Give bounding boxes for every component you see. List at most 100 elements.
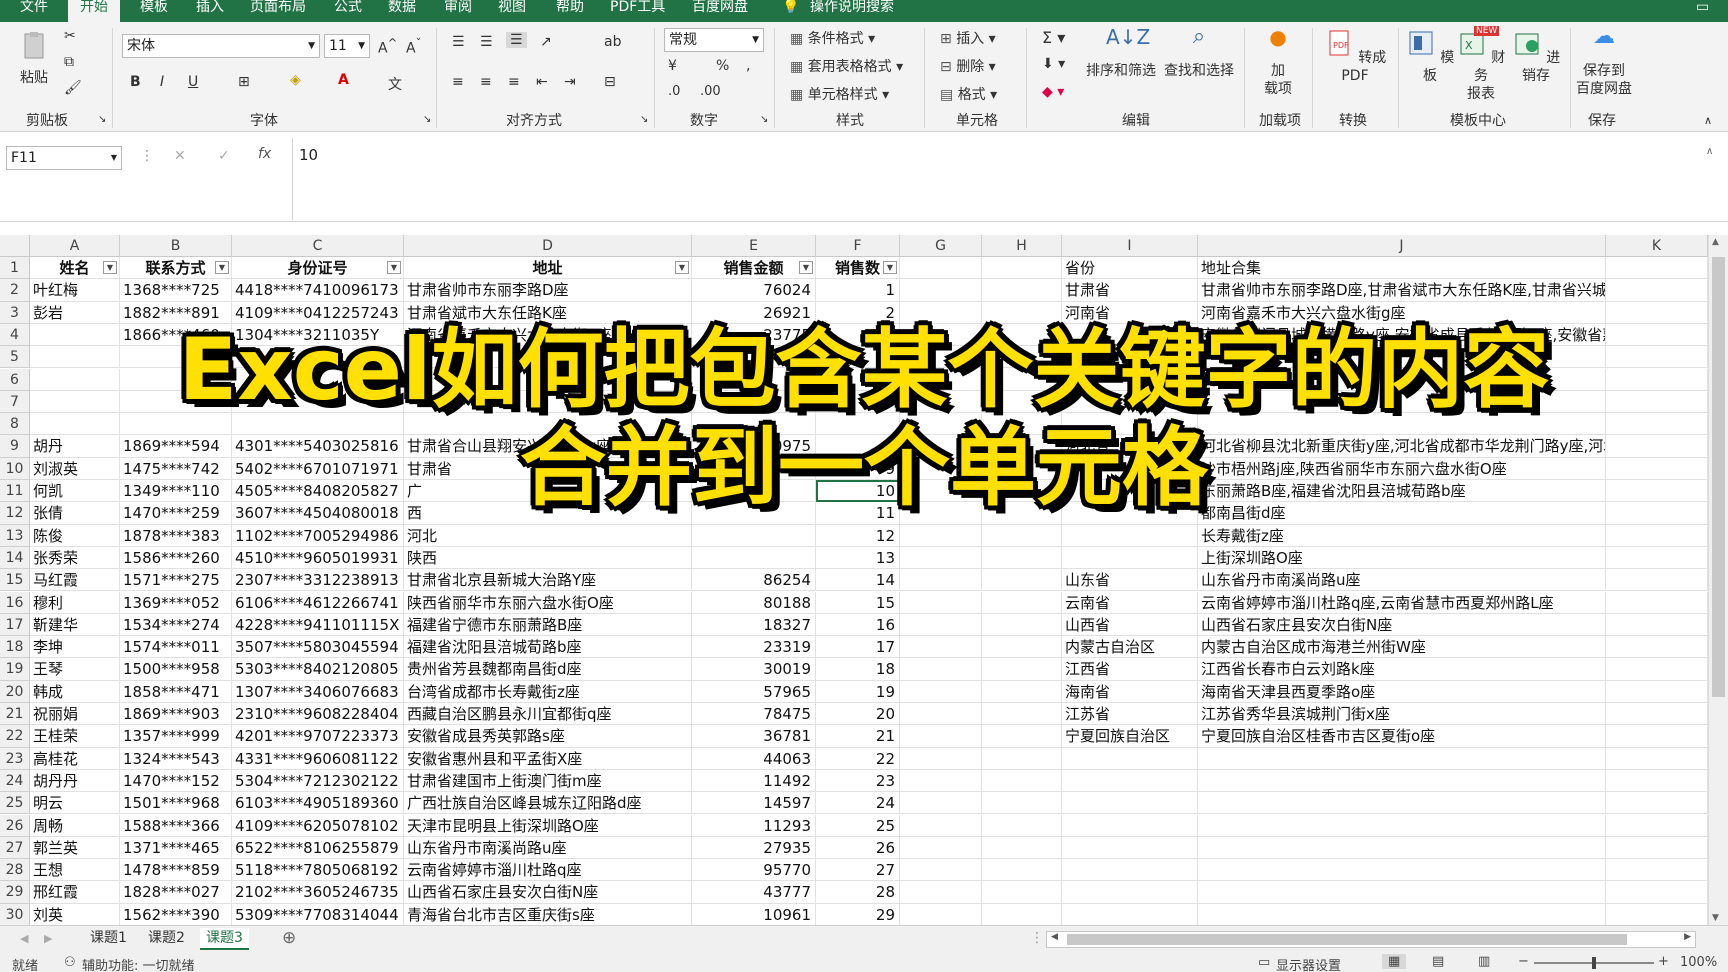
save-cloud-button[interactable]: ☁ 保存到 百度网盘: [1574, 26, 1634, 98]
data-cell[interactable]: 20: [816, 703, 900, 726]
address-list-cell[interactable]: 山西省石家庄县安次白街N座: [1198, 613, 1606, 637]
data-cell[interactable]: 胡丹丹: [30, 769, 120, 793]
data-cell[interactable]: 16: [816, 613, 900, 637]
sort-filter-button[interactable]: A↓Z 排序和筛选: [1084, 27, 1158, 80]
next-sheet-icon[interactable]: ▶: [44, 932, 52, 945]
data-cell[interactable]: 明云: [30, 792, 120, 815]
empty-cell[interactable]: [900, 257, 982, 280]
scroll-right-icon[interactable]: ▶: [1684, 932, 1691, 942]
data-cell[interactable]: 5118****7805068192: [232, 859, 404, 882]
data-cell[interactable]: 25: [816, 814, 900, 837]
empty-cell[interactable]: [900, 747, 982, 770]
row-header[interactable]: 7: [0, 390, 30, 414]
empty-cell[interactable]: [900, 836, 982, 860]
data-cell[interactable]: 1869****903: [120, 703, 232, 726]
empty-cell[interactable]: [1062, 747, 1198, 770]
province-cell[interactable]: [1062, 323, 1198, 347]
data-cell[interactable]: 李坤: [30, 636, 120, 659]
data-cell[interactable]: 青海省台北市吉区重庆街s座: [404, 903, 692, 925]
data-cell[interactable]: 4301****5403025816: [232, 435, 404, 458]
data-cell[interactable]: 44063: [692, 747, 816, 770]
scroll-up-icon[interactable]: ▲: [1712, 237, 1719, 247]
province-cell[interactable]: [1062, 413, 1198, 436]
data-cell[interactable]: 西: [404, 502, 692, 525]
empty-cell[interactable]: [1062, 836, 1198, 860]
empty-cell[interactable]: [1606, 658, 1708, 681]
data-cell[interactable]: 80188: [692, 591, 816, 614]
empty-cell[interactable]: [1606, 413, 1708, 436]
data-cell[interactable]: 1828****027: [120, 881, 232, 904]
data-cell[interactable]: 1562****390: [120, 903, 232, 925]
empty-cell[interactable]: [1606, 703, 1708, 726]
data-cell[interactable]: 86254: [692, 569, 816, 592]
data-cell[interactable]: 安徽省惠州县和平孟街X座: [404, 747, 692, 770]
currency-icon[interactable]: ¥: [668, 58, 677, 74]
row-header[interactable]: 24: [0, 769, 30, 793]
address-list-cell[interactable]: 山东省丹市南溪尚路u座: [1198, 569, 1606, 592]
inventory-button[interactable]: 进销存: [1508, 28, 1564, 85]
wrap-text-icon[interactable]: ab: [604, 34, 621, 50]
data-cell[interactable]: 云南省婷婷市淄川杜路q座: [404, 859, 692, 882]
formula-input[interactable]: 10: [292, 138, 1702, 220]
data-cell[interactable]: 26: [816, 836, 900, 860]
data-cell[interactable]: 14: [816, 569, 900, 592]
increase-indent-icon[interactable]: ⇥: [564, 74, 576, 90]
data-cell[interactable]: 4505****8408205827: [232, 480, 404, 503]
filter-dropdown-icon[interactable]: ▼: [215, 261, 229, 274]
province-cell[interactable]: 江西省: [1062, 658, 1198, 681]
empty-cell[interactable]: [1606, 792, 1708, 815]
data-cell[interactable]: 刘英: [30, 903, 120, 925]
empty-cell[interactable]: [982, 613, 1062, 637]
table-header-cell[interactable]: 销售金额 ▼: [692, 257, 816, 280]
zoom-out-icon[interactable]: −: [1518, 954, 1529, 969]
data-cell[interactable]: 张秀荣: [30, 546, 120, 570]
data-cell[interactable]: [816, 346, 900, 369]
row-header[interactable]: 25: [0, 792, 30, 815]
row-header[interactable]: 11: [0, 480, 30, 503]
province-cell[interactable]: [1062, 480, 1198, 503]
address-list-cell[interactable]: 内蒙古自治区成市海港兰州街W座: [1198, 636, 1606, 659]
empty-cell[interactable]: [982, 636, 1062, 659]
table-header-cell[interactable]: 地址 ▼: [404, 257, 692, 280]
address-list-header-cell[interactable]: 地址合集: [1198, 257, 1606, 280]
empty-cell[interactable]: [1606, 725, 1708, 748]
data-cell[interactable]: 2307****3312238913: [232, 569, 404, 592]
addin-button[interactable]: ● 加载项: [1250, 27, 1306, 98]
data-cell[interactable]: 5309****7708314044: [232, 903, 404, 925]
filter-dropdown-icon[interactable]: ▼: [103, 261, 117, 274]
align-bottom-icon[interactable]: ☰: [506, 32, 527, 48]
address-list-cell[interactable]: 宁夏回族自治区桂香市吉区夏街o座: [1198, 725, 1606, 748]
province-cell[interactable]: 江苏省: [1062, 703, 1198, 726]
empty-cell[interactable]: [900, 636, 982, 659]
format-cells-button[interactable]: ▤ 格式 ▾: [940, 84, 997, 104]
address-list-cell[interactable]: [1198, 390, 1606, 414]
address-list-cell[interactable]: 云南省婷婷市淄川杜路q座,云南省慧市西夏郑州路L座: [1198, 591, 1606, 614]
prev-sheet-icon[interactable]: ◀: [20, 932, 28, 945]
empty-cell[interactable]: [900, 524, 982, 547]
empty-cell[interactable]: [900, 591, 982, 614]
data-cell[interactable]: 8: [816, 435, 900, 458]
empty-cell[interactable]: [982, 257, 1062, 280]
data-cell[interactable]: [404, 346, 692, 369]
data-cell[interactable]: 11: [816, 502, 900, 525]
data-cell[interactable]: 何凯: [30, 480, 120, 503]
data-cell[interactable]: 台湾省成都市长寿戴街z座: [404, 680, 692, 703]
empty-cell[interactable]: [1606, 524, 1708, 547]
menu-tab[interactable]: 公式: [334, 0, 362, 22]
data-cell[interactable]: 1102****7005294986: [232, 524, 404, 547]
increase-font-icon[interactable]: A^: [378, 36, 397, 57]
zoom-in-icon[interactable]: +: [1658, 954, 1669, 969]
empty-cell[interactable]: [1606, 279, 1708, 302]
data-cell[interactable]: 21: [816, 725, 900, 748]
data-cell[interactable]: 陕西: [404, 546, 692, 570]
row-header[interactable]: 10: [0, 457, 30, 480]
row-header[interactable]: 29: [0, 881, 30, 904]
address-list-cell[interactable]: 甘肃省帅市东丽李路D座,甘肃省斌市大东任路K座,甘肃省兴城县高: [1198, 279, 1606, 302]
cell-style-button[interactable]: ▦ 单元格样式 ▾: [790, 84, 889, 104]
province-cell[interactable]: [1062, 457, 1198, 480]
row-header[interactable]: 14: [0, 546, 30, 570]
province-cell[interactable]: 海南省: [1062, 680, 1198, 703]
select-all-corner[interactable]: [0, 235, 30, 257]
empty-cell[interactable]: [982, 569, 1062, 592]
column-header[interactable]: D: [404, 235, 692, 257]
